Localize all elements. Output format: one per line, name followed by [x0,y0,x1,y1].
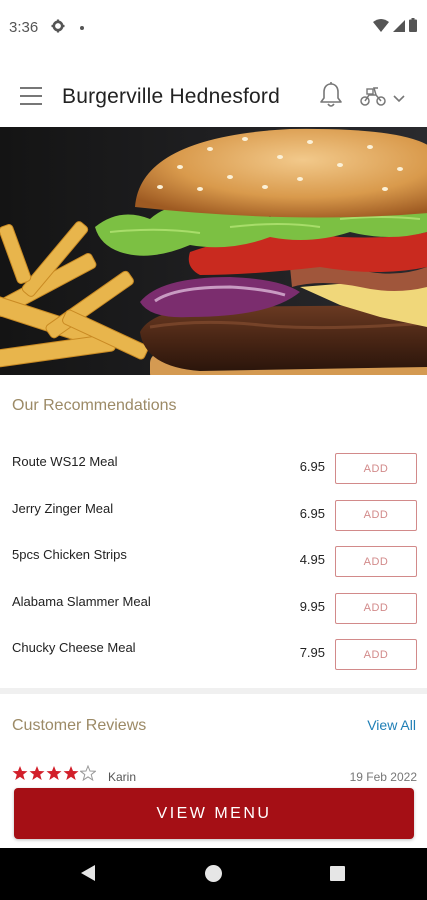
add-button[interactable]: ADD [335,639,417,670]
battery-icon [409,18,417,37]
status-bar: 3:36 [0,0,427,56]
review-date: 19 Feb 2022 [349,770,417,784]
star-filled-icon [12,765,28,785]
gear-icon [51,19,65,38]
star-filled-icon [29,765,45,785]
delivery-mode-button[interactable] [359,85,405,112]
star-filled-icon [63,765,79,785]
item-price: 4.95 [299,552,325,567]
wifi-icon [373,18,389,37]
bell-icon[interactable] [318,81,344,114]
star-empty-icon [79,765,97,785]
item-name: Alabama Slammer Meal [12,593,151,609]
review-row[interactable]: Karin 19 Feb 2022 [12,765,417,785]
menu-icon[interactable] [20,87,42,105]
item-name: 5pcs Chicken Strips [12,547,127,562]
system-nav-bar [0,848,427,900]
menu-item: Route WS12 Meal 6.95 ADD [0,438,427,485]
item-price: 6.95 [299,505,325,521]
store-title: Burgerville Hednesford [62,85,281,108]
menu-item: Alabama Slammer Meal 9.95 ADD [0,578,427,625]
status-time: 3:36 [9,19,39,36]
item-price: 6.95 [299,459,325,474]
scooter-icon [359,85,387,112]
recents-icon[interactable] [330,866,345,881]
add-button[interactable]: ADD [335,499,417,531]
add-button[interactable]: ADD [335,546,417,577]
menu-item: Chucky Cheese Meal 7.95 ADD [0,624,427,671]
star-rating [12,765,97,785]
reviews-title: Customer Reviews [12,717,147,734]
menu-item: 5pcs Chicken Strips 4.95 ADD [0,531,427,578]
item-price: 7.95 [299,645,325,660]
add-button[interactable]: ADD [335,453,417,484]
star-filled-icon [46,765,62,785]
signal-icon [393,19,405,37]
recommendations-list: Route WS12 Meal 6.95 ADD Jerry Zinger Me… [0,438,427,671]
item-name: Route WS12 Meal [12,454,118,469]
dot-icon [80,26,84,30]
back-icon[interactable] [80,864,96,887]
chevron-down-icon [393,90,405,108]
item-name: Jerry Zinger Meal [12,500,114,516]
app-header: Burgerville Hednesford [0,70,427,126]
view-menu-button[interactable]: VIEW MENU [14,788,414,839]
home-icon[interactable] [205,865,222,882]
item-name: Chucky Cheese Meal [12,640,136,655]
add-button[interactable]: ADD [335,592,417,624]
section-divider [0,688,427,694]
hero-image [0,127,427,375]
view-all-link[interactable]: View All [367,717,416,733]
reviewer-name: Karin [108,770,137,784]
recommendations-title: Our Recommendations [12,397,177,414]
item-price: 9.95 [299,598,325,614]
menu-item: Jerry Zinger Meal 6.95 ADD [0,485,427,532]
